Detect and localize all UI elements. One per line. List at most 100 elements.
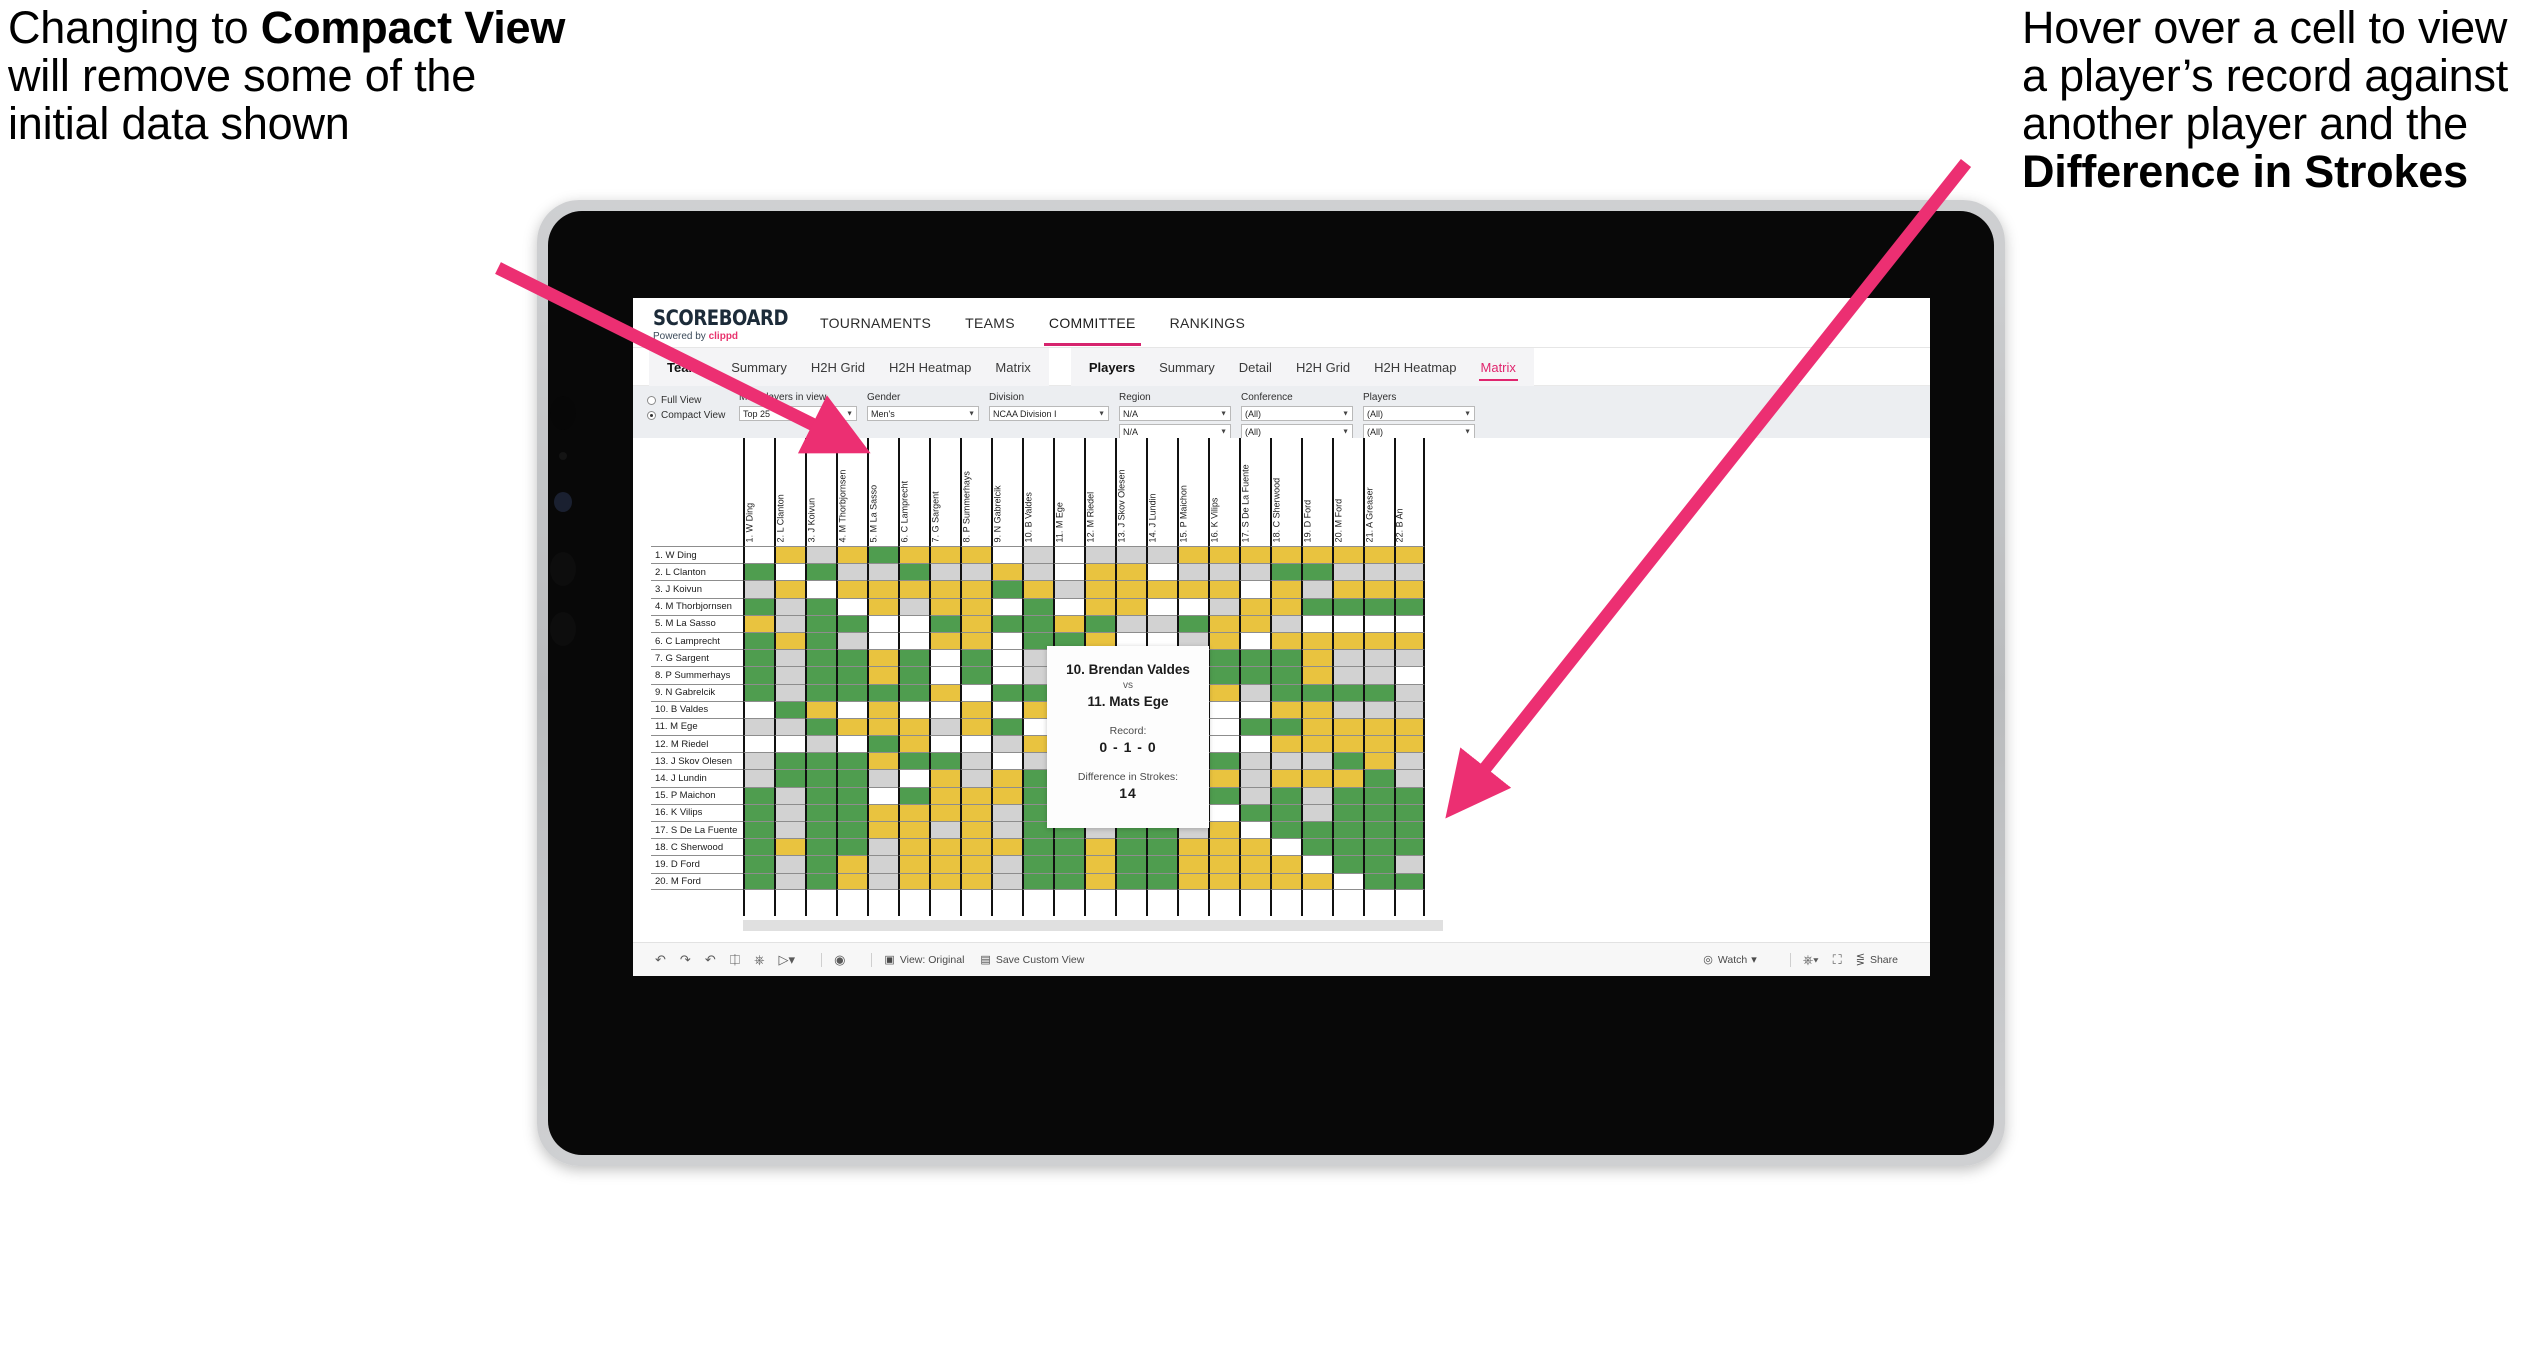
matrix-cell[interactable] bbox=[1394, 683, 1425, 701]
matrix-cell[interactable] bbox=[1301, 580, 1332, 598]
matrix-cell[interactable] bbox=[774, 597, 805, 615]
filter-players-select[interactable]: (All) ▼ bbox=[1363, 406, 1475, 421]
matrix-cell[interactable] bbox=[991, 683, 1022, 701]
matrix-cell[interactable] bbox=[1301, 769, 1332, 787]
matrix-cell[interactable] bbox=[898, 821, 929, 839]
matrix-cell[interactable] bbox=[960, 735, 991, 753]
matrix-cell[interactable] bbox=[929, 803, 960, 821]
matrix-cell[interactable] bbox=[1301, 752, 1332, 770]
matrix-cell[interactable] bbox=[836, 631, 867, 650]
matrix-cell[interactable] bbox=[1177, 580, 1208, 598]
undo-icon[interactable]: ↶ bbox=[655, 952, 666, 968]
matrix-cell[interactable] bbox=[743, 597, 774, 615]
matrix-cell[interactable] bbox=[1208, 855, 1239, 873]
matrix-cell[interactable] bbox=[1270, 752, 1301, 770]
matrix-cell[interactable] bbox=[1394, 855, 1425, 873]
matrix-cell[interactable] bbox=[898, 786, 929, 804]
matrix-cell[interactable] bbox=[1115, 563, 1146, 581]
matrix-cell[interactable] bbox=[991, 752, 1022, 770]
matrix-cell[interactable] bbox=[867, 563, 898, 581]
matrix-cell[interactable] bbox=[1394, 769, 1425, 787]
matrix-cell[interactable] bbox=[836, 872, 867, 890]
matrix-cell[interactable] bbox=[743, 700, 774, 718]
matrix-cell[interactable] bbox=[960, 666, 991, 684]
matrix-cell[interactable] bbox=[836, 803, 867, 821]
matrix-cell[interactable] bbox=[1177, 563, 1208, 581]
matrix-cell[interactable] bbox=[1332, 597, 1363, 615]
matrix-cell[interactable] bbox=[743, 735, 774, 753]
matrix-cell[interactable] bbox=[1270, 872, 1301, 890]
matrix-cell[interactable] bbox=[774, 752, 805, 770]
matrix-cell[interactable] bbox=[836, 700, 867, 718]
matrix-cell[interactable] bbox=[929, 700, 960, 718]
matrix-cell[interactable] bbox=[867, 717, 898, 736]
matrix-cell[interactable] bbox=[1239, 821, 1270, 839]
matrix-cell[interactable] bbox=[929, 717, 960, 736]
matrix-cell[interactable] bbox=[1270, 786, 1301, 804]
matrix-cell[interactable] bbox=[1146, 614, 1177, 632]
matrix-cell[interactable] bbox=[1394, 700, 1425, 718]
filter-icon[interactable]: ▷▾ bbox=[779, 952, 796, 968]
matrix-cell[interactable] bbox=[1270, 769, 1301, 787]
matrix-cell[interactable] bbox=[1115, 838, 1146, 856]
matrix-cell[interactable] bbox=[1239, 786, 1270, 804]
matrix-cell[interactable] bbox=[836, 666, 867, 684]
matrix-cell[interactable] bbox=[774, 563, 805, 581]
matrix-cell[interactable] bbox=[1239, 872, 1270, 890]
watch-button[interactable]: ◎ Watch ▾ bbox=[1703, 953, 1762, 967]
matrix-cell[interactable] bbox=[1363, 872, 1394, 890]
save-custom-view-button[interactable]: ▤ Save Custom View bbox=[980, 953, 1084, 967]
matrix-cell[interactable] bbox=[867, 855, 898, 873]
matrix-cell[interactable] bbox=[1053, 563, 1084, 581]
matrix-cell[interactable] bbox=[898, 769, 929, 787]
matrix-cell[interactable] bbox=[774, 855, 805, 873]
download-icon[interactable]: ⎈▾ bbox=[1803, 952, 1819, 968]
matrix-cell[interactable] bbox=[1332, 838, 1363, 856]
matrix-cell[interactable] bbox=[867, 666, 898, 684]
nav-rankings[interactable]: RANKINGS bbox=[1153, 299, 1263, 346]
matrix-cell[interactable] bbox=[1332, 855, 1363, 873]
matrix-cell[interactable] bbox=[929, 821, 960, 839]
matrix-cell[interactable] bbox=[929, 649, 960, 667]
matrix-cell[interactable] bbox=[1239, 597, 1270, 615]
matrix-cell[interactable] bbox=[1394, 649, 1425, 667]
matrix-cell[interactable] bbox=[1301, 821, 1332, 839]
matrix-cell[interactable] bbox=[805, 872, 836, 890]
matrix-cell[interactable] bbox=[1239, 855, 1270, 873]
matrix-cell[interactable] bbox=[1022, 580, 1053, 598]
matrix-cell[interactable] bbox=[1053, 580, 1084, 598]
matrix-cell[interactable] bbox=[867, 580, 898, 598]
matrix-cell[interactable] bbox=[991, 580, 1022, 598]
matrix-cell[interactable] bbox=[1208, 769, 1239, 787]
matrix-cell[interactable] bbox=[1332, 752, 1363, 770]
matrix-cell[interactable] bbox=[867, 735, 898, 753]
matrix-cell[interactable] bbox=[774, 649, 805, 667]
matrix-cell[interactable] bbox=[1239, 700, 1270, 718]
matrix-cell[interactable] bbox=[1084, 872, 1115, 890]
matrix-cell[interactable] bbox=[1332, 631, 1363, 650]
matrix-cell[interactable] bbox=[1177, 614, 1208, 632]
view-original-button[interactable]: ▣ View: Original bbox=[884, 953, 964, 967]
matrix-cell[interactable] bbox=[960, 580, 991, 598]
matrix-cell[interactable] bbox=[774, 666, 805, 684]
matrix-cell[interactable] bbox=[960, 855, 991, 873]
matrix-cell[interactable] bbox=[1022, 872, 1053, 890]
pause-icon[interactable]: ⎈ bbox=[754, 952, 764, 968]
filter-region-select-2[interactable]: N/A ▼ bbox=[1119, 424, 1231, 439]
matrix-cell[interactable] bbox=[1239, 546, 1270, 564]
matrix-cell[interactable] bbox=[960, 872, 991, 890]
matrix-cell[interactable] bbox=[991, 786, 1022, 804]
matrix-cell[interactable] bbox=[1301, 717, 1332, 736]
matrix-cell[interactable] bbox=[1208, 546, 1239, 564]
matrix-cell[interactable] bbox=[836, 546, 867, 564]
matrix-cell[interactable] bbox=[1270, 838, 1301, 856]
matrix-cell[interactable] bbox=[805, 614, 836, 632]
matrix-cell[interactable] bbox=[774, 631, 805, 650]
matrix-cell[interactable] bbox=[1394, 872, 1425, 890]
filter-conference-select[interactable]: (All) ▼ bbox=[1241, 406, 1353, 421]
matrix-cell[interactable] bbox=[1022, 546, 1053, 564]
matrix-cell[interactable] bbox=[898, 631, 929, 650]
matrix-cell[interactable] bbox=[1394, 563, 1425, 581]
filter-division-select[interactable]: NCAA Division I ▼ bbox=[989, 406, 1109, 421]
matrix-cell[interactable] bbox=[774, 735, 805, 753]
